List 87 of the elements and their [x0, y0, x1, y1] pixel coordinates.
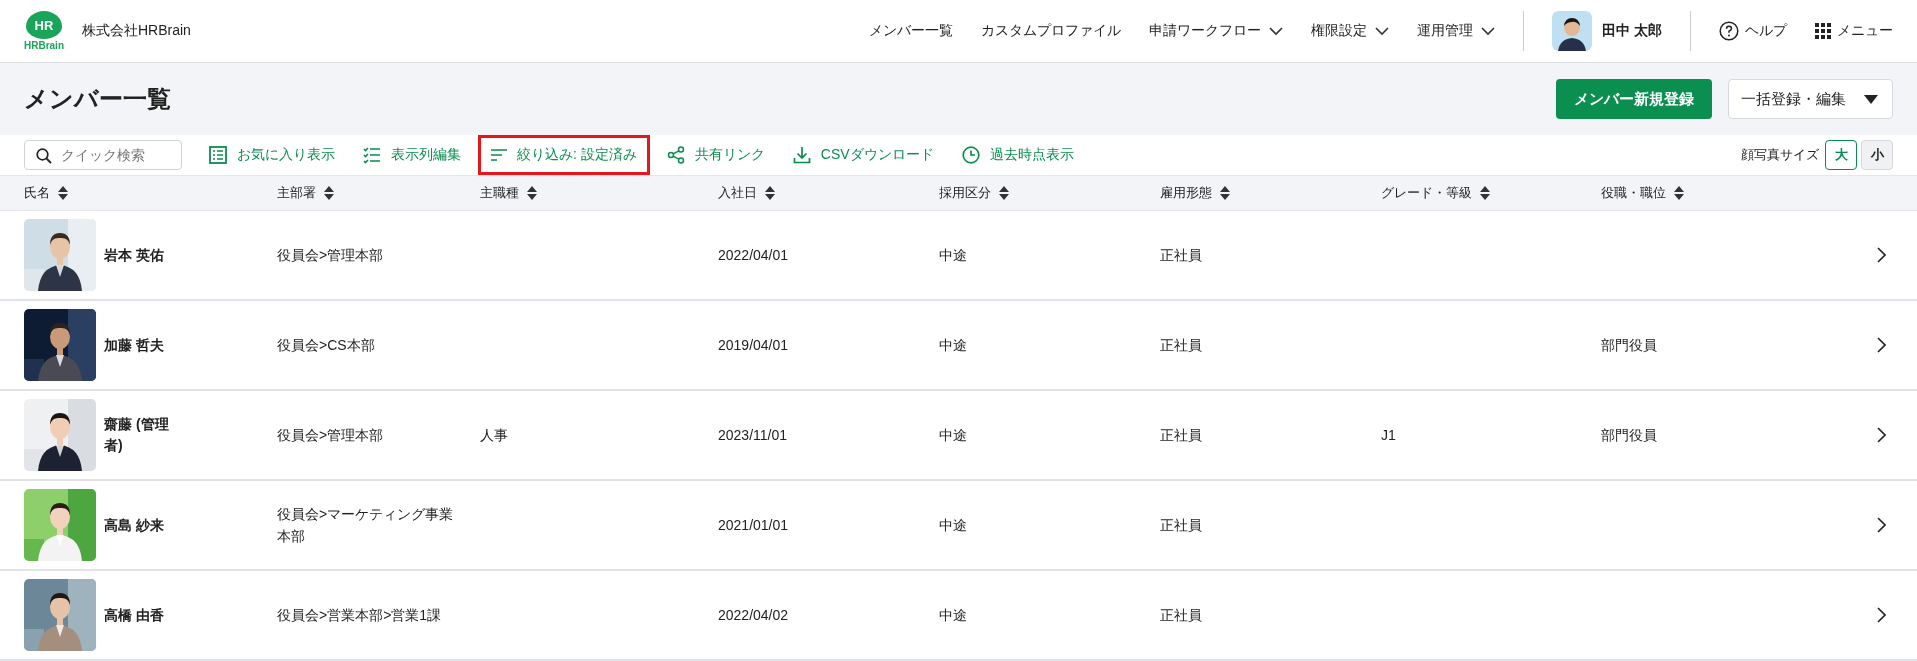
toolbar-action[interactable]: CSVダウンロード: [781, 135, 945, 175]
table-cell: 部門役員: [1601, 426, 1657, 443]
table-cell: 役員会>マーケティング事業本部: [277, 505, 454, 544]
sort-icon[interactable]: [1480, 186, 1490, 200]
sort-icon[interactable]: [324, 186, 334, 200]
toolbar-action[interactable]: 過去時点表示: [950, 135, 1085, 175]
table-cell: 正社員: [1160, 606, 1202, 623]
column-header[interactable]: 氏名: [24, 184, 50, 202]
table-cell: 2023/11/01: [718, 426, 788, 443]
table-cell: 役員会>CS本部: [277, 336, 375, 353]
table-cell: 中途: [939, 516, 967, 533]
photo-size-option[interactable]: 小: [1861, 140, 1893, 170]
member-name[interactable]: 高橋 由香: [104, 604, 176, 626]
share-icon: [666, 146, 685, 164]
help-icon[interactable]: [1719, 21, 1739, 41]
toolbar-action[interactable]: 絞り込み: 設定済み: [478, 135, 650, 175]
menu-link[interactable]: メニュー: [1837, 22, 1893, 40]
member-name[interactable]: 加藤 哲夫: [104, 334, 176, 356]
column-header[interactable]: 主職種: [480, 184, 519, 202]
help-link[interactable]: ヘルプ: [1745, 22, 1787, 40]
table-cell: 2019/04/01: [718, 336, 789, 353]
register-button[interactable]: メンバー新規登録: [1556, 79, 1712, 119]
sort-icon[interactable]: [1220, 186, 1230, 200]
list-icon: [209, 146, 227, 164]
avatar[interactable]: [1552, 11, 1593, 51]
table-cell: 正社員: [1160, 426, 1202, 443]
table-cell: 正社員: [1160, 336, 1202, 353]
column-header[interactable]: 採用区分: [939, 184, 991, 202]
column-header[interactable]: 主部署: [277, 184, 316, 202]
table-cell: 部門役員: [1601, 336, 1657, 353]
nav-item[interactable]: メンバー一覧: [869, 22, 954, 40]
user-name[interactable]: 田中 太郎: [1602, 22, 1662, 40]
chevron-right-icon[interactable]: [1877, 337, 1886, 353]
chevron-right-icon[interactable]: [1877, 517, 1886, 533]
sort-icon[interactable]: [999, 186, 1009, 200]
column-header[interactable]: 入社日: [718, 184, 757, 202]
table-cell: 役員会>営業本部>営業1課: [277, 606, 442, 623]
filter-icon: [491, 149, 507, 161]
bulk-edit-button[interactable]: 一括登録・編集: [1728, 79, 1893, 119]
clock-icon: [961, 146, 980, 164]
chevron-down-icon: [1375, 26, 1390, 36]
table-cell: 中途: [939, 606, 967, 623]
caret-icon: [1864, 94, 1878, 104]
toolbar-action[interactable]: 表示列編集: [352, 135, 472, 175]
table-cell: 中途: [939, 246, 967, 263]
table-cell: 2022/04/01: [718, 246, 789, 263]
sort-icon[interactable]: [1674, 186, 1684, 200]
table-cell: 役員会>管理本部: [277, 426, 384, 443]
sort-icon[interactable]: [527, 186, 537, 200]
table-cell: 役員会>管理本部: [277, 246, 384, 263]
photo-size-label: 顔写真サイズ: [1741, 146, 1819, 164]
sort-icon[interactable]: [765, 186, 775, 200]
table-cell: 正社員: [1160, 516, 1202, 533]
chevron-right-icon[interactable]: [1877, 607, 1886, 623]
nav-item[interactable]: 運用管理: [1417, 22, 1496, 40]
nav-item[interactable]: 申請ワークフロー: [1149, 22, 1284, 40]
page-title: メンバー一覧: [24, 84, 171, 114]
nav-item[interactable]: 権限設定: [1311, 22, 1390, 40]
nav-item[interactable]: カスタムプロファイル: [981, 22, 1122, 40]
table-cell: 2022/04/02: [718, 606, 789, 623]
logo-mark: HR: [26, 11, 62, 39]
member-name[interactable]: 岩本 英佑: [104, 244, 176, 266]
chevron-right-icon[interactable]: [1877, 427, 1886, 443]
member-name[interactable]: 高島 紗来: [104, 514, 176, 536]
grid-menu-icon[interactable]: [1815, 23, 1831, 39]
logo-wordmark: HRBrain: [24, 40, 64, 51]
sort-icon[interactable]: [58, 186, 68, 200]
column-header[interactable]: 役職・職位: [1601, 184, 1666, 202]
photo-size-option[interactable]: 大: [1825, 140, 1857, 170]
table-cell: 人事: [480, 426, 508, 443]
member-name[interactable]: 齋藤 (管理者): [104, 414, 176, 456]
checklist-icon: [363, 146, 381, 164]
column-header[interactable]: グレード・等級: [1381, 184, 1472, 202]
table-cell: 中途: [939, 336, 967, 353]
search-field[interactable]: クイック検索: [24, 140, 182, 170]
table-cell: 中途: [939, 426, 967, 443]
download-icon: [792, 146, 811, 164]
column-header[interactable]: 雇用形態: [1160, 184, 1212, 202]
table-cell: J1: [1381, 426, 1396, 443]
toolbar-action[interactable]: お気に入り表示: [198, 135, 346, 175]
table-cell: 2021/01/01: [718, 516, 789, 533]
chevron-right-icon[interactable]: [1877, 247, 1886, 263]
table-cell: 正社員: [1160, 246, 1202, 263]
company-name: 株式会社HRBrain: [82, 22, 191, 40]
chevron-down-icon: [1269, 26, 1284, 36]
chevron-down-icon: [1481, 26, 1496, 36]
toolbar-action[interactable]: 共有リンク: [655, 135, 776, 175]
